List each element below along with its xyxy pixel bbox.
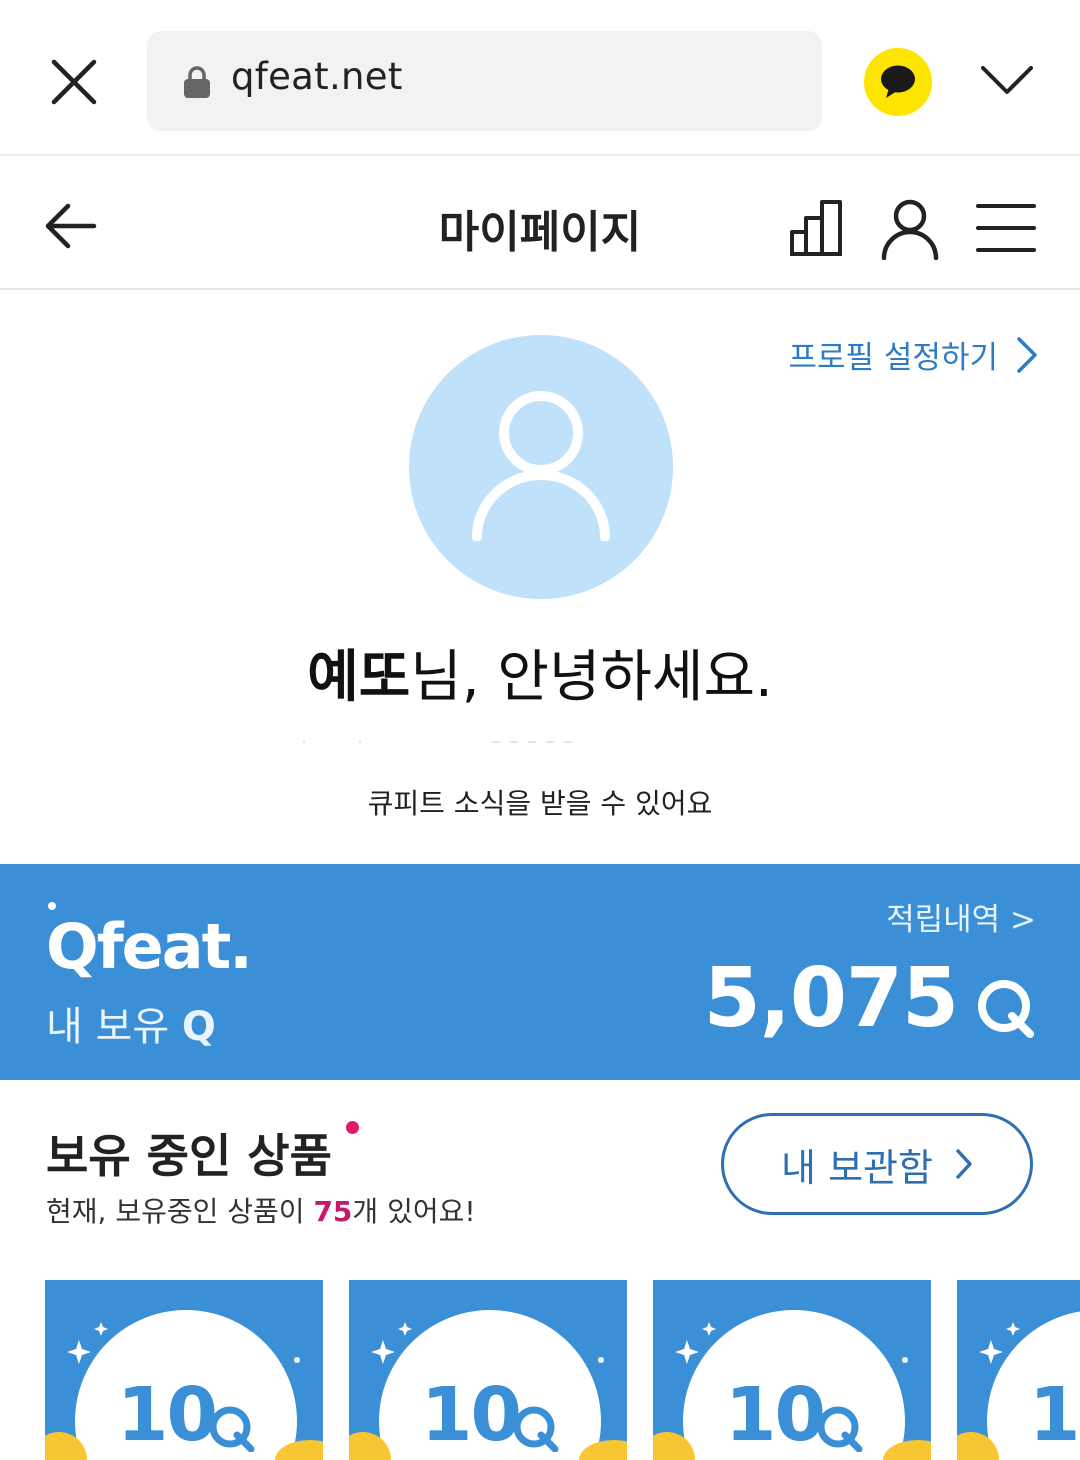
my-q-label: 내 보유 Q bbox=[46, 1004, 216, 1050]
greeting-text: 님, 안녕하세요. bbox=[410, 645, 773, 710]
chart-icon[interactable] bbox=[786, 198, 846, 258]
coupon-value: 10 bbox=[1029, 1372, 1080, 1458]
browser-bar: qfeat.net bbox=[0, 0, 1080, 156]
news-subscribe-text[interactable]: 큐피트 소식을 받을 수 있어요 bbox=[0, 782, 1080, 822]
q-balance-banner: Qfeat. 내 보유 Q 적립내역 > 5,075 bbox=[0, 864, 1080, 1080]
hamburger-menu-icon[interactable] bbox=[974, 200, 1038, 256]
q-unit-icon bbox=[209, 1406, 255, 1452]
default-user-icon bbox=[472, 391, 610, 541]
page-header: 마이페이지 bbox=[0, 158, 1080, 290]
my-vault-button[interactable]: 내 보관함 bbox=[721, 1113, 1033, 1215]
greeting: 예또님, 안녕하세요. bbox=[0, 632, 1080, 713]
q-unit-icon bbox=[817, 1406, 863, 1452]
profile-settings-link[interactable]: 프로필 설정하기 bbox=[789, 332, 1039, 377]
url-text: qfeat.net bbox=[231, 55, 403, 98]
nickname: 예또 bbox=[307, 645, 411, 710]
holdings-count: 75 bbox=[313, 1195, 353, 1228]
q-balance: 5,075 bbox=[704, 958, 1036, 1040]
coupon-value: 10 bbox=[421, 1372, 522, 1458]
holdings-title: 보유 중인 상품 bbox=[46, 1129, 332, 1183]
coupon-value: 10 bbox=[725, 1372, 826, 1458]
vault-button-label: 내 보관함 bbox=[781, 1145, 933, 1190]
lock-icon bbox=[183, 65, 211, 99]
chevron-right-icon bbox=[1017, 336, 1037, 373]
new-badge-dot bbox=[346, 1121, 359, 1134]
coupon-card[interactable]: 10 bbox=[653, 1280, 931, 1460]
profile-settings-label: 프로필 설정하기 bbox=[788, 340, 999, 376]
avatar[interactable] bbox=[409, 335, 673, 599]
close-icon[interactable] bbox=[46, 54, 102, 110]
balance-value: 5,075 bbox=[703, 951, 959, 1046]
svg-text:Qfeat.: Qfeat. bbox=[46, 910, 251, 980]
user-icon[interactable] bbox=[878, 196, 942, 261]
q-unit-icon bbox=[978, 980, 1034, 1038]
coupon-card[interactable]: 10 bbox=[957, 1280, 1080, 1460]
holdings-summary: 현재, 보유중인 상품이 75개 있어요! bbox=[46, 1195, 476, 1228]
kakaotalk-share-icon[interactable] bbox=[864, 48, 932, 116]
coupon-card[interactable]: 10 bbox=[349, 1280, 627, 1460]
chevron-right-icon bbox=[956, 1149, 972, 1179]
history-link[interactable]: 적립내역 > bbox=[886, 894, 1036, 939]
coupon-card[interactable]: 10 bbox=[45, 1280, 323, 1460]
q-unit-icon bbox=[513, 1406, 559, 1452]
chevron-down-icon[interactable] bbox=[978, 60, 1036, 100]
qfeat-logo: Qfeat. bbox=[44, 900, 274, 983]
faint-dots-divider bbox=[300, 730, 600, 744]
coupon-value: 10 bbox=[117, 1372, 218, 1458]
address-bar[interactable]: qfeat.net bbox=[147, 31, 822, 131]
